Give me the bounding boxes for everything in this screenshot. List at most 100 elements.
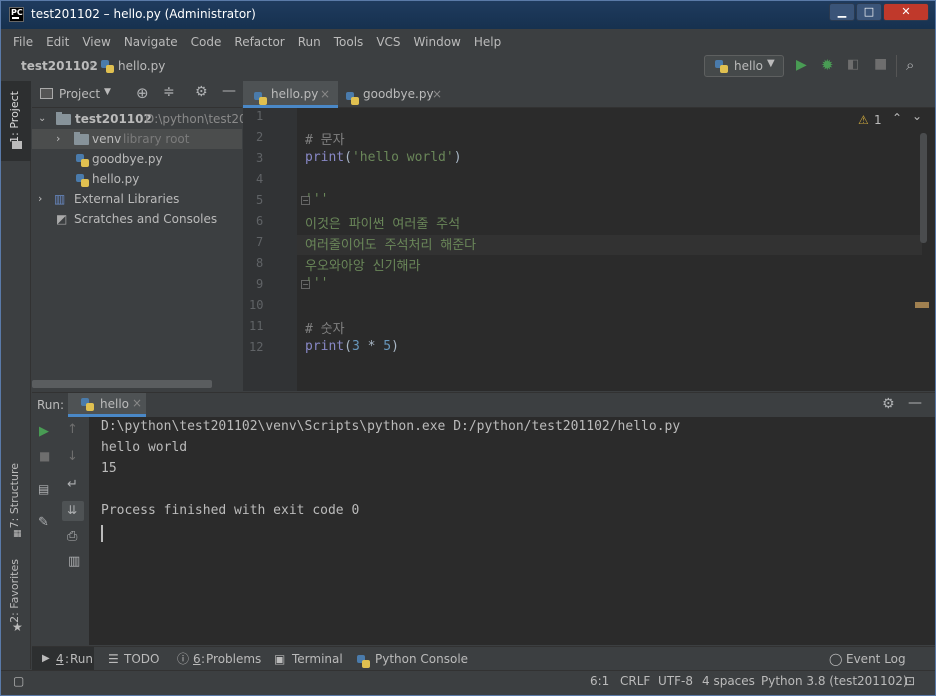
tool-tab-structure[interactable]: 7: Structure	[8, 463, 21, 528]
gear-icon[interactable]: ⚙	[882, 396, 895, 412]
breadcrumb-file[interactable]: hello.py	[118, 59, 165, 73]
arrow-up-icon[interactable]: ↑	[67, 422, 78, 437]
console-line: D:\python\test201102\venv\Scripts\python…	[101, 419, 681, 434]
bottom-tab-python-console[interactable]: Python Console	[357, 647, 472, 671]
editor-tabs: hello.py × goodbye.py ×	[243, 81, 935, 108]
menu-edit[interactable]: Edit	[40, 31, 76, 53]
menu-run[interactable]: Run	[292, 31, 328, 53]
vertical-scrollbar[interactable]	[920, 133, 927, 243]
minimize-button[interactable]: ▁	[829, 3, 855, 21]
debug-icon[interactable]: ✹	[821, 56, 834, 74]
arrow-down-icon[interactable]: ↓	[67, 449, 78, 464]
tree-item-goodbye[interactable]: goodbye.py	[32, 149, 242, 169]
scroll-to-end-button[interactable]: ⇊	[62, 501, 84, 521]
run-tab-label: hello	[100, 397, 129, 411]
run-tab-hello[interactable]: hello ×	[68, 393, 146, 417]
bottom-tab-label: Run	[70, 652, 94, 666]
bottom-tab-label: Problems	[206, 652, 262, 666]
pin-icon[interactable]: ✎	[38, 515, 49, 530]
tree-item-label: Scratches and Consoles	[74, 212, 218, 226]
line-number: 1	[256, 109, 264, 123]
folder-icon	[74, 129, 89, 149]
run-config-dropdown[interactable]: hello ▼	[704, 55, 784, 77]
status-line-separator[interactable]: CRLF	[620, 671, 650, 691]
tree-item-hello[interactable]: hello.py	[32, 169, 242, 189]
menu-file[interactable]: File	[7, 31, 40, 53]
search-icon[interactable]: ⌕	[906, 56, 914, 74]
project-view-label[interactable]: Project	[59, 87, 100, 101]
tree-item-venv[interactable]: › venv library root	[32, 129, 242, 149]
code-line: 이것은 파이썬 여러줄 주석	[305, 217, 461, 232]
trash-icon[interactable]: ▥	[68, 554, 80, 569]
chevron-down-icon[interactable]: ▼	[104, 87, 111, 97]
window-title: test201102 – hello.py (Administrator)	[31, 7, 256, 21]
tree-item-external-libraries[interactable]: › ▥ External Libraries	[32, 189, 242, 209]
stop-icon[interactable]: ■	[874, 56, 887, 72]
event-log-tab[interactable]: ◯ Event Log	[829, 647, 909, 671]
bottom-tab-key: 4	[56, 652, 64, 666]
run-console[interactable]: D:\python\test201102\venv\Scripts\python…	[89, 417, 935, 645]
coverage-icon[interactable]: ◧	[847, 57, 859, 72]
hide-icon[interactable]: —	[908, 395, 922, 411]
menu-vcs[interactable]: VCS	[370, 31, 407, 53]
locate-icon[interactable]: ⊕	[136, 84, 149, 102]
console-line: hello world	[101, 440, 188, 455]
chevron-down-icon: ▼	[767, 58, 775, 69]
bottom-tab-terminal[interactable]: ▣ Terminal	[274, 647, 349, 671]
bottom-tab-problems[interactable]: ⓘ 6 : Problems	[177, 647, 267, 671]
menu-help[interactable]: Help	[468, 31, 508, 53]
menu-view[interactable]: View	[76, 31, 117, 53]
code-line: '''	[305, 192, 329, 207]
maximize-button[interactable]: □	[856, 3, 882, 21]
bottom-tab-key: 6	[193, 652, 201, 666]
layout-icon[interactable]: ▤	[38, 482, 49, 496]
tab-goodbye-py[interactable]: goodbye.py ×	[335, 81, 445, 108]
layout-toggle-icon[interactable]: ▢	[13, 671, 24, 691]
status-interpreter[interactable]: Python 3.8 (test201102)	[761, 671, 908, 691]
menu-code[interactable]: Code	[185, 31, 229, 53]
run-icon: ▶	[42, 653, 50, 664]
gear-icon[interactable]: ⚙	[195, 84, 208, 100]
terminal-icon: ▣	[274, 652, 286, 666]
status-encoding[interactable]: UTF-8	[658, 671, 693, 691]
hide-icon[interactable]: —	[222, 83, 236, 99]
menu-navigate[interactable]: Navigate	[118, 31, 185, 53]
status-indent[interactable]: 4 spaces	[702, 671, 755, 691]
run-tool-header: Run: hello × ⚙ —	[32, 392, 935, 417]
ide-window: PC test201102 – hello.py (Administrator)…	[0, 0, 936, 696]
tool-tab-project[interactable]: 1: Project	[8, 91, 21, 143]
stop-icon[interactable]: ■	[39, 449, 50, 463]
tree-root[interactable]: ⌄ test201102 D:\python\test201102	[32, 109, 277, 129]
editor-area: hello.py × goodbye.py × ⚠ 1 ⌃ ⌄ − − 1 2 # …	[243, 81, 935, 391]
chevron-down-icon[interactable]: ⌄	[912, 109, 922, 123]
close-button[interactable]: ✕	[883, 3, 929, 21]
chevron-right-icon: ›	[38, 192, 43, 205]
bottom-tool-tabs: ▶ 4 : Run ☰ TODO ⓘ 6 : Problems ▣ Termin…	[32, 646, 935, 671]
python-file-icon	[81, 398, 94, 414]
lock-icon[interactable]: ⊡	[905, 671, 915, 691]
run-icon[interactable]: ▶	[796, 57, 807, 73]
print-icon[interactable]: ⎙	[67, 529, 77, 544]
menu-tools[interactable]: Tools	[328, 31, 371, 53]
close-icon[interactable]: ×	[132, 396, 142, 410]
horizontal-scrollbar[interactable]	[32, 380, 212, 388]
event-log-icon: ◯	[829, 652, 843, 666]
menu-window[interactable]: Window	[408, 31, 468, 53]
breadcrumb-project[interactable]: test201102	[21, 59, 98, 73]
tree-root-name: test201102	[75, 112, 152, 126]
tree-item-scratches[interactable]: ◩ Scratches and Consoles	[32, 209, 242, 229]
bottom-tab-todo[interactable]: ☰ TODO	[108, 647, 168, 671]
console-line: 15	[101, 461, 117, 476]
pycharm-logo: PC	[9, 7, 24, 22]
menu-refactor[interactable]: Refactor	[228, 31, 291, 53]
close-icon[interactable]: ×	[432, 81, 442, 108]
chevron-down-icon: ⌄	[38, 113, 47, 124]
status-position[interactable]: 6:1	[590, 671, 609, 691]
tab-hello-py[interactable]: hello.py ×	[243, 81, 338, 108]
tool-tab-favorites[interactable]: 2: Favorites	[8, 559, 21, 623]
soft-wrap-icon[interactable]: ↵	[67, 477, 78, 492]
bottom-tab-run[interactable]: ▶ 4 : Run	[32, 647, 94, 671]
rerun-icon[interactable]: ▶	[39, 424, 49, 439]
collapse-icon[interactable]: ≑	[163, 84, 175, 100]
close-icon[interactable]: ×	[320, 81, 330, 108]
